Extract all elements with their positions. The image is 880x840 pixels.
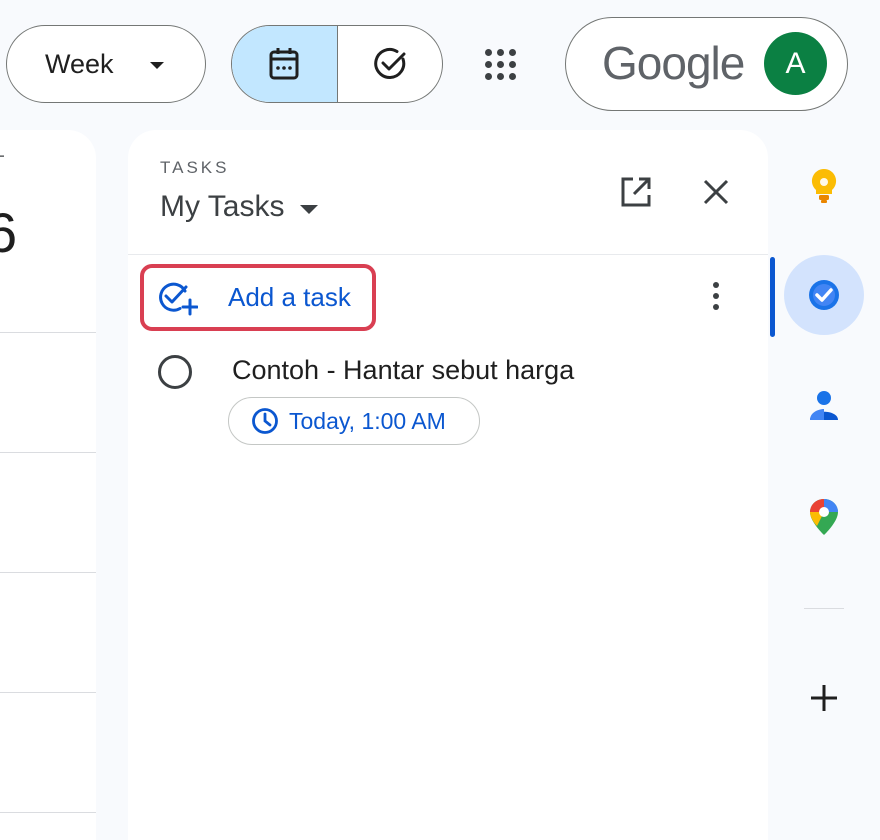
avatar: A [764, 32, 827, 95]
tasks-icon [809, 280, 839, 310]
add-task-icon [159, 282, 198, 315]
day-number[interactable]: 6 [0, 200, 17, 265]
hour-line [0, 332, 96, 333]
google-logo: Google [602, 37, 745, 89]
more-vert-icon [713, 282, 719, 288]
hour-line [0, 692, 96, 693]
keep-button[interactable] [784, 145, 864, 225]
apps-grid-icon [484, 48, 516, 80]
more-options-button[interactable] [696, 274, 736, 318]
google-apps-button[interactable] [474, 38, 526, 90]
side-panel [770, 130, 880, 840]
view-select-dropdown[interactable]: Week [6, 25, 206, 103]
keep-icon [811, 168, 837, 203]
panel-heading: TASKS [160, 158, 230, 177]
view-toggle [231, 25, 443, 103]
tasks-panel: TASKS My Tasks Add a task Contoh - Hanta… [128, 130, 768, 840]
add-task-button[interactable]: Add a task [140, 264, 376, 331]
hour-line [0, 812, 96, 813]
task-due-chip[interactable]: Today, 1:00 AM [228, 397, 480, 445]
close-panel-button[interactable] [692, 168, 740, 216]
contacts-icon [810, 391, 838, 420]
calendar-view-button[interactable] [232, 26, 338, 102]
open-in-new-tab-button[interactable] [612, 168, 660, 216]
tasks-view-button[interactable] [338, 26, 443, 102]
google-account-button[interactable]: Google A [565, 17, 848, 111]
add-task-label: Add a task [228, 282, 351, 312]
calendar-icon [269, 48, 299, 80]
tasks-button[interactable] [784, 255, 864, 335]
dropdown-caret-icon [150, 62, 164, 69]
hour-line [0, 452, 96, 453]
task-due-label: Today, 1:00 AM [289, 407, 446, 434]
task-list-dropdown[interactable]: My Tasks [160, 190, 319, 224]
check-circle-icon [373, 48, 406, 79]
task-complete-checkbox[interactable] [158, 355, 192, 389]
clock-icon [252, 408, 278, 434]
task-title[interactable]: Contoh - Hantar sebut harga [232, 355, 574, 386]
side-panel-divider [804, 608, 844, 609]
panel-divider [128, 254, 768, 255]
get-add-ons-button[interactable] [784, 658, 864, 738]
task-list-name: My Tasks [160, 190, 285, 223]
plus-icon [811, 685, 837, 711]
contacts-button[interactable] [784, 366, 864, 446]
view-select-label: Week [45, 48, 114, 79]
active-indicator [770, 257, 775, 337]
hour-line [0, 572, 96, 573]
close-icon [703, 179, 729, 205]
maps-button[interactable] [784, 477, 864, 557]
open-in-new-icon [621, 177, 651, 207]
maps-icon [810, 499, 838, 535]
calendar-grid: T 6 [0, 130, 96, 840]
day-of-week-label: T [0, 152, 5, 172]
dropdown-caret-icon [300, 204, 319, 214]
